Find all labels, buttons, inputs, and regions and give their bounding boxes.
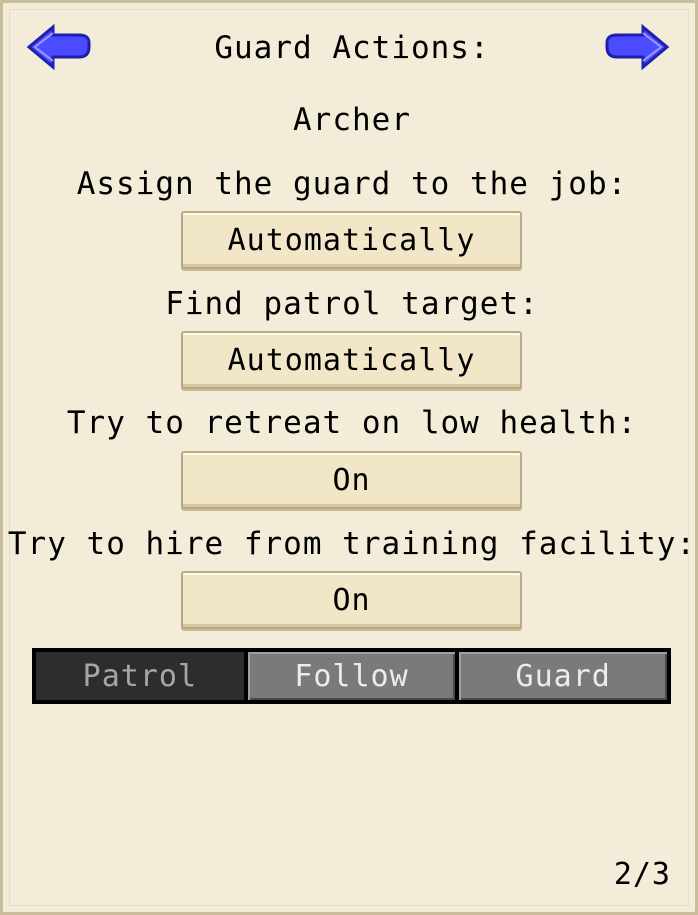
guard-type-label: Archer <box>293 102 411 138</box>
tab-follow[interactable]: Follow <box>245 650 458 702</box>
hire-training-label: Try to hire from training facility: <box>7 526 697 562</box>
guard-actions-panel: Guard Actions: Archer Assign the guard t… <box>0 0 698 915</box>
retreat-toggle-button[interactable]: On <box>181 451 522 509</box>
page-title: Guard Actions: <box>214 30 490 66</box>
guard-mode-tabs: Patrol Follow Guard <box>32 648 671 704</box>
hire-training-toggle-button[interactable]: On <box>181 571 522 629</box>
tab-guard[interactable]: Guard <box>457 650 670 702</box>
page-indicator: 2/3 <box>613 857 671 892</box>
tab-patrol[interactable]: Patrol <box>34 650 246 702</box>
patrol-target-label: Find patrol target: <box>165 286 539 322</box>
assign-job-button[interactable]: Automatically <box>181 211 522 269</box>
patrol-target-button[interactable]: Automatically <box>181 331 522 389</box>
retreat-label: Try to retreat on low health: <box>66 405 638 441</box>
forward-arrow-icon[interactable] <box>601 23 673 71</box>
assign-job-label: Assign the guard to the job: <box>76 166 628 202</box>
